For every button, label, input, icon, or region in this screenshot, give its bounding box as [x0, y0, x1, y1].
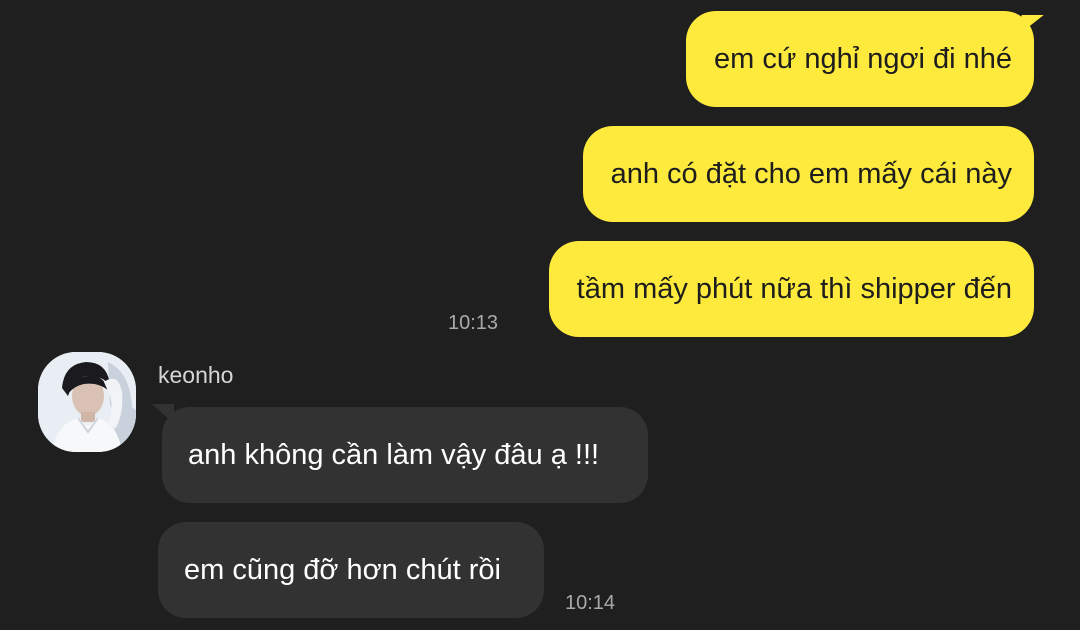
incoming-message[interactable]: em cũng đỡ hơn chút rồi [158, 522, 544, 618]
outgoing-message[interactable]: em cứ nghỉ ngơi đi nhé [686, 11, 1034, 107]
incoming-message[interactable]: anh không cần làm vậy đâu ạ !!! [162, 407, 648, 503]
message-text: anh không cần làm vậy đâu ạ !!! [188, 438, 600, 471]
message-text: em cứ nghỉ ngơi đi nhé [714, 42, 1012, 75]
sender-avatar[interactable] [38, 352, 136, 452]
message-text: tầm mấy phút nữa thì shipper đến [576, 272, 1012, 305]
message-timestamp: 10:13 [448, 312, 499, 334]
profile-photo-icon [38, 352, 136, 452]
outgoing-message[interactable]: anh có đặt cho em mấy cái này [582, 126, 1034, 222]
outgoing-message[interactable]: tầm mấy phút nữa thì shipper đến [548, 241, 1034, 337]
message-text: anh có đặt cho em mấy cái này [610, 157, 1012, 190]
sender-name: keonho [158, 362, 234, 388]
message-timestamp: 10:14 [565, 592, 616, 614]
message-text: em cũng đỡ hơn chút rồi [184, 553, 501, 586]
